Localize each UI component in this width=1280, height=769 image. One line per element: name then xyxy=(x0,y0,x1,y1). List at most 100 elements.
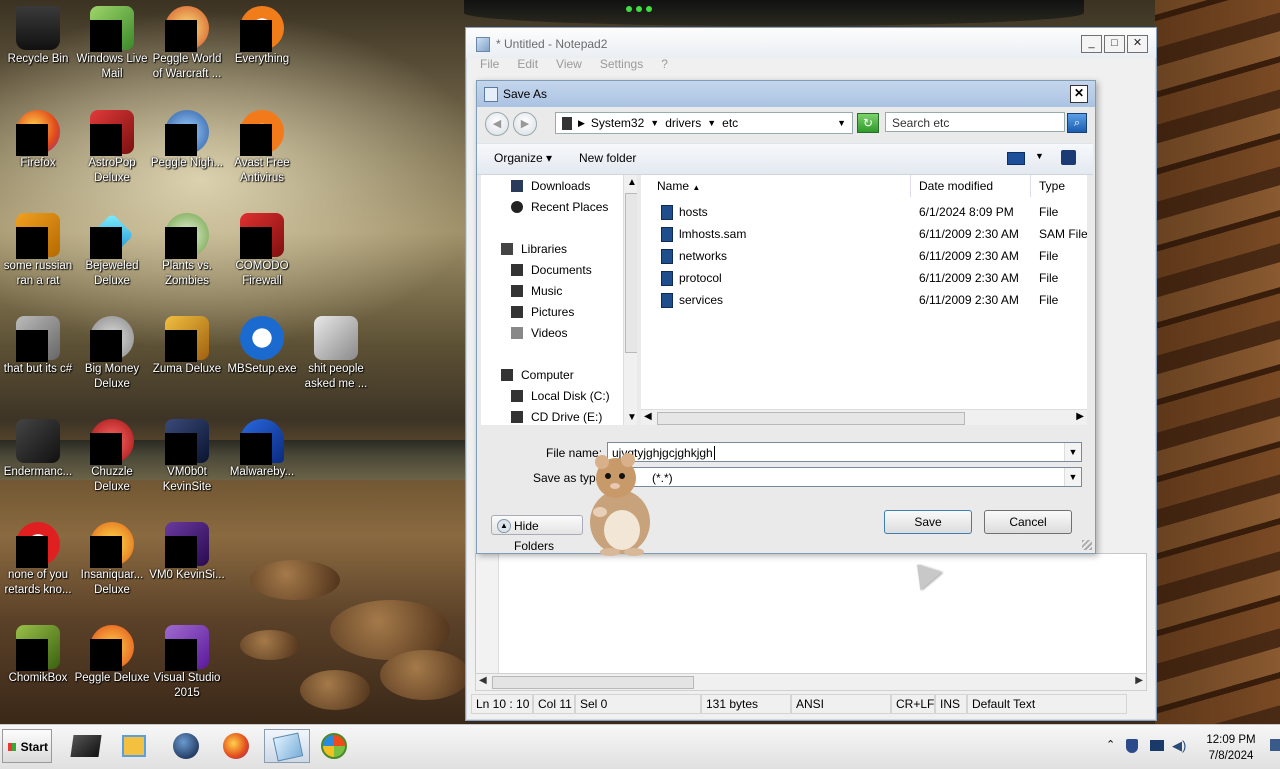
nav-item-libraries[interactable]: Libraries xyxy=(501,242,567,256)
nav-item-cd-drive[interactable]: CD Drive (E:) xyxy=(511,410,602,424)
breadcrumb-system32[interactable]: System32 xyxy=(591,116,644,130)
menu-edit[interactable]: Edit xyxy=(517,57,538,71)
nav-item-local-disk[interactable]: Local Disk (C:) xyxy=(511,389,610,403)
taskbar-app-windows-explorer[interactable] xyxy=(314,729,354,763)
breadcrumb[interactable]: ▶ System32 ▼ drivers ▼ etc ▼ xyxy=(555,112,853,134)
chevron-down-icon[interactable]: ▼ xyxy=(1064,443,1081,461)
scroll-right-icon[interactable]: ▶ xyxy=(1076,411,1084,422)
nav-item-computer[interactable]: Computer xyxy=(501,368,574,382)
help-icon[interactable] xyxy=(1061,150,1076,165)
maximize-button[interactable]: □ xyxy=(1104,35,1125,53)
security-shield-icon[interactable] xyxy=(1126,739,1138,753)
desktop-icon-comodo[interactable]: COMODO Firewall xyxy=(224,213,300,289)
desktop-icon-insaniquarium[interactable]: Insaniquar... Deluxe xyxy=(74,522,150,598)
menu-help[interactable]: ? xyxy=(661,57,668,71)
action-center-icon[interactable] xyxy=(1270,739,1280,751)
nav-item-downloads[interactable]: Downloads xyxy=(511,179,590,193)
desktop-icon-plants-vs-zombies[interactable]: Plants vs. Zombies xyxy=(149,213,225,289)
column-header-date-modified[interactable]: Date modified xyxy=(911,175,1031,197)
column-header-type[interactable]: Type xyxy=(1031,175,1087,197)
network-icon[interactable] xyxy=(1150,740,1164,751)
notepad-editor[interactable] xyxy=(475,553,1147,689)
scrollbar-thumb[interactable] xyxy=(625,193,637,353)
notepad-titlebar[interactable]: * Untitled - Notepad2 _ □ ✕ xyxy=(466,28,1156,58)
search-icon[interactable]: ⌕ xyxy=(1067,113,1087,133)
hide-folders-button[interactable]: ▲ Hide Folders xyxy=(491,515,583,553)
desktop-icon-some-russian[interactable]: some russian ran a rat xyxy=(0,213,76,289)
new-folder-button[interactable]: New folder xyxy=(579,151,636,165)
search-input[interactable]: Search etc xyxy=(885,112,1065,132)
menu-file[interactable]: File xyxy=(480,57,499,71)
desktop-icon-shit-people-asked[interactable]: shit people asked me ... xyxy=(298,316,374,392)
cancel-button[interactable]: Cancel xyxy=(984,510,1072,534)
desktop-icon-vm0-kevinsite[interactable]: VM0 KevinSi... xyxy=(149,522,225,583)
save-as-type-select[interactable]: (*.*) ▼ xyxy=(607,467,1082,487)
dialog-close-button[interactable]: ✕ xyxy=(1070,85,1088,103)
file-row-services[interactable]: services 6/11/2009 2:30 AM File xyxy=(641,289,1087,311)
chevron-down-icon[interactable]: ▼ xyxy=(707,118,716,128)
file-row-lmhosts[interactable]: lmhosts.sam 6/11/2009 2:30 AM SAM File xyxy=(641,223,1087,245)
address-dropdown-icon[interactable]: ▼ xyxy=(837,118,846,128)
show-hidden-icons-icon[interactable]: ⌃ xyxy=(1106,738,1115,751)
nav-item-documents[interactable]: Documents xyxy=(511,263,592,277)
chevron-down-icon[interactable]: ▼ xyxy=(1064,468,1081,486)
desktop-icon-visual-studio[interactable]: Visual Studio 2015 xyxy=(149,625,225,701)
file-row-protocol[interactable]: protocol 6/11/2009 2:30 AM File xyxy=(641,267,1087,289)
desktop-icon-vm0b0t[interactable]: VM0b0t KevinSite xyxy=(149,419,225,495)
desktop-icon-endermanch[interactable]: Endermanc... xyxy=(0,419,76,480)
save-as-dialog[interactable]: Save As ✕ ◀ ▶ ▶ System32 ▼ drivers ▼ etc… xyxy=(476,80,1096,554)
taskbar-app-media-player[interactable] xyxy=(114,729,154,763)
organize-button[interactable]: Organize ▾ xyxy=(494,151,552,165)
file-row-networks[interactable]: networks 6/11/2009 2:30 AM File xyxy=(641,245,1087,267)
view-icon[interactable] xyxy=(1007,152,1025,165)
save-as-titlebar[interactable]: Save As ✕ xyxy=(477,81,1095,107)
desktop-icon-peggle-wow[interactable]: Peggle World of Warcraft ... xyxy=(149,6,225,82)
desktop-icon-recycle-bin[interactable]: Recycle Bin xyxy=(0,6,76,67)
desktop-icon-avast[interactable]: Avast Free Antivirus xyxy=(224,110,300,186)
taskbar-app-firefox[interactable] xyxy=(216,729,256,763)
minimize-button[interactable]: _ xyxy=(1081,35,1102,53)
scrollbar-thumb[interactable] xyxy=(492,676,694,689)
breadcrumb-drivers[interactable]: drivers xyxy=(665,116,701,130)
volume-icon[interactable]: ◀) xyxy=(1172,738,1186,754)
chevron-down-icon[interactable]: ▼ xyxy=(650,118,659,128)
desktop-icon-windows-live-mail[interactable]: Windows Live Mail xyxy=(74,6,150,82)
start-button[interactable]: Start xyxy=(2,729,52,763)
desktop-icon-none-of-you[interactable]: none of you retards kno... xyxy=(0,522,76,598)
resize-grip-icon[interactable] xyxy=(1082,540,1092,550)
scroll-up-icon[interactable]: ▲ xyxy=(627,177,637,188)
desktop-icon-zuma[interactable]: Zuma Deluxe xyxy=(149,316,225,377)
forward-arrow-icon[interactable]: ▶ xyxy=(513,112,537,136)
save-button[interactable]: Save xyxy=(884,510,972,534)
desktop-icon-everything[interactable]: Everything xyxy=(224,6,300,67)
menu-view[interactable]: View xyxy=(556,57,582,71)
refresh-icon[interactable]: ↻ xyxy=(857,113,879,133)
scroll-left-icon[interactable]: ◀ xyxy=(644,411,652,422)
taskbar-app-globe[interactable] xyxy=(166,729,206,763)
taskbar-app-notepad2[interactable] xyxy=(264,729,310,763)
nav-item-music[interactable]: Music xyxy=(511,284,562,298)
scrollbar-thumb[interactable] xyxy=(657,412,965,425)
desktop-icon-mbsetup[interactable]: MBSetup.exe xyxy=(224,316,300,377)
breadcrumb-etc[interactable]: etc xyxy=(722,116,738,130)
taskbar-clock[interactable]: 12:09 PM 7/8/2024 xyxy=(1196,732,1266,764)
scroll-left-icon[interactable]: ◀ xyxy=(479,675,487,686)
nav-item-recent-places[interactable]: Recent Places xyxy=(511,200,608,214)
view-dropdown-icon[interactable]: ▼ xyxy=(1035,151,1044,161)
desktop-icon-chuzzle[interactable]: Chuzzle Deluxe xyxy=(74,419,150,495)
desktop-icon-malwarebytes[interactable]: Malwareby... xyxy=(224,419,300,480)
file-row-hosts[interactable]: hosts 6/1/2024 8:09 PM File xyxy=(641,201,1087,223)
back-arrow-icon[interactable]: ◀ xyxy=(485,112,509,136)
close-button[interactable]: ✕ xyxy=(1127,35,1148,53)
desktop-icon-that-but-its-csharp[interactable]: that but its c# xyxy=(0,316,76,377)
nav-item-pictures[interactable]: Pictures xyxy=(511,305,574,319)
menu-settings[interactable]: Settings xyxy=(600,57,643,71)
notepad-horizontal-scrollbar[interactable]: ◀ ▶ xyxy=(475,673,1147,691)
chevron-right-icon[interactable]: ▶ xyxy=(578,118,585,129)
desktop-icon-bejeweled[interactable]: Bejeweled Deluxe xyxy=(74,213,150,289)
desktop-icon-firefox[interactable]: Firefox xyxy=(0,110,76,171)
desktop-icon-peggle-deluxe[interactable]: Peggle Deluxe xyxy=(74,625,150,686)
desktop-icon-peggle-nights[interactable]: Peggle Nigh... xyxy=(149,110,225,171)
scroll-right-icon[interactable]: ▶ xyxy=(1135,675,1143,686)
navigation-pane-scrollbar[interactable]: ▲ ▼ xyxy=(623,175,637,425)
